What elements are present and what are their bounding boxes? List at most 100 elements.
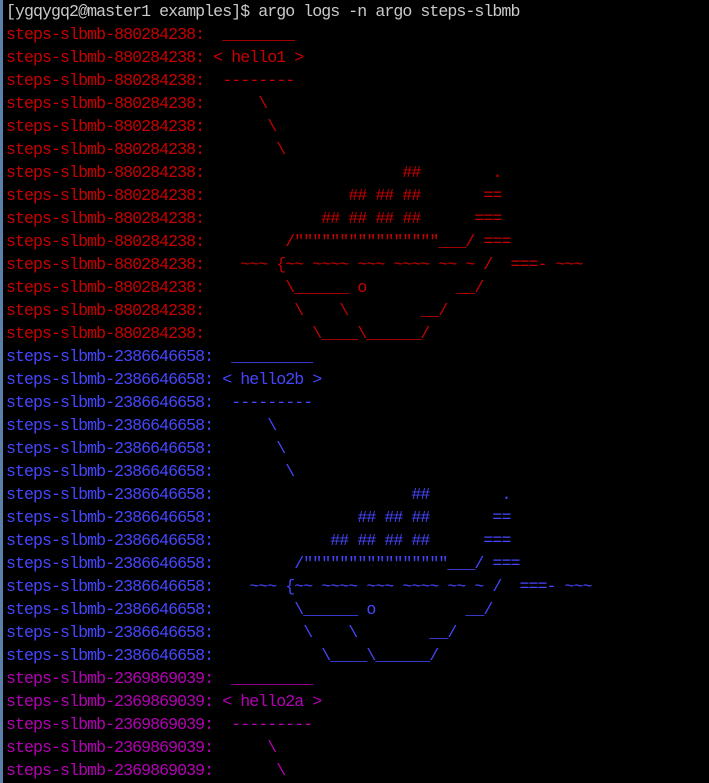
log-line: steps-slbmb-2369869039: \: [6, 736, 709, 759]
log-line-prefix: steps-slbmb-880284238:: [6, 140, 205, 159]
log-line: steps-slbmb-2386646658: ---------: [6, 391, 709, 414]
log-line-text: ---------: [213, 393, 313, 412]
log-line-text: < hello1 >: [204, 48, 304, 67]
log-line-text: \______ o __/: [204, 278, 484, 297]
log-line: steps-slbmb-2386646658: ## ## ## ## ===: [6, 529, 709, 552]
log-line-text: \: [213, 738, 277, 757]
log-line-text: ## ## ## ==: [213, 508, 511, 527]
log-line-text: ## ## ## ## ===: [204, 209, 502, 228]
log-line-prefix: steps-slbmb-880284238:: [6, 301, 205, 320]
log-line-prefix: steps-slbmb-2369869039:: [6, 669, 214, 688]
log-line-prefix: steps-slbmb-2369869039:: [6, 761, 214, 780]
log-line-prefix: steps-slbmb-2386646658:: [6, 393, 214, 412]
log-line-text: \: [204, 140, 286, 159]
log-line-text: /""""""""""""""""___/ ===: [213, 554, 520, 573]
log-line-text: ---------: [213, 715, 313, 734]
log-line-text: --------: [204, 71, 295, 90]
log-line: steps-slbmb-880284238: /""""""""""""""""…: [6, 230, 709, 253]
log-line-prefix: steps-slbmb-880284238:: [6, 48, 205, 67]
log-line-text: ________: [204, 25, 295, 44]
log-line-prefix: steps-slbmb-880284238:: [6, 71, 205, 90]
log-line-prefix: steps-slbmb-2369869039:: [6, 738, 214, 757]
log-line-text: \ \ __/: [204, 301, 448, 320]
log-line-text: \: [213, 416, 277, 435]
log-line-prefix: steps-slbmb-2386646658:: [6, 370, 214, 389]
log-line-text: \____\______/: [213, 646, 439, 665]
log-line: steps-slbmb-2386646658: \______ o __/: [6, 598, 709, 621]
log-line: steps-slbmb-2369869039: _________: [6, 667, 709, 690]
log-line-text: \: [204, 94, 268, 113]
log-line-prefix: steps-slbmb-880284238:: [6, 209, 205, 228]
log-line-text: < hello2b >: [213, 370, 322, 389]
terminal-window[interactable]: [ygqygq2@master1 examples]$ argo logs -n…: [0, 0, 709, 783]
log-line-prefix: steps-slbmb-880284238:: [6, 255, 205, 274]
log-line: steps-slbmb-880284238: \ \ __/: [6, 299, 709, 322]
log-line-prefix: steps-slbmb-2386646658:: [6, 554, 214, 573]
log-line: steps-slbmb-2386646658: ## ## ## ==: [6, 506, 709, 529]
log-line-text: < hello2a >: [213, 692, 322, 711]
log-line-text: ## .: [204, 163, 502, 182]
log-line: steps-slbmb-880284238: \: [6, 115, 709, 138]
log-line-text: \ \ __/: [213, 623, 457, 642]
log-line-prefix: steps-slbmb-880284238:: [6, 324, 205, 343]
log-line: steps-slbmb-2386646658: \: [6, 437, 709, 460]
log-line-text: \______ o __/: [213, 600, 493, 619]
log-line: steps-slbmb-880284238: ________: [6, 23, 709, 46]
log-line-prefix: steps-slbmb-2369869039:: [6, 715, 214, 734]
log-line-prefix: steps-slbmb-2386646658:: [6, 485, 214, 504]
log-line: steps-slbmb-2386646658: < hello2b >: [6, 368, 709, 391]
log-line-prefix: steps-slbmb-2386646658:: [6, 508, 214, 527]
log-line: steps-slbmb-880284238: \____\______/: [6, 322, 709, 345]
log-line-prefix: steps-slbmb-2386646658:: [6, 646, 214, 665]
log-line-text: \: [204, 117, 277, 136]
log-line-text: ~~~ {~~ ~~~~ ~~~ ~~~~ ~~ ~ / ===- ~~~: [204, 255, 583, 274]
log-line: steps-slbmb-2386646658: _________: [6, 345, 709, 368]
log-line: steps-slbmb-2386646658: ## .: [6, 483, 709, 506]
log-line: steps-slbmb-880284238: ## ## ## ## ===: [6, 207, 709, 230]
log-line-prefix: steps-slbmb-880284238:: [6, 278, 205, 297]
log-line: steps-slbmb-2369869039: < hello2a >: [6, 690, 709, 713]
log-line: steps-slbmb-880284238: ## ## ## ==: [6, 184, 709, 207]
log-line-prefix: steps-slbmb-2386646658:: [6, 577, 214, 596]
log-line: steps-slbmb-2369869039: ---------: [6, 713, 709, 736]
log-line-text: ## .: [213, 485, 511, 504]
log-line: steps-slbmb-880284238: \______ o __/: [6, 276, 709, 299]
log-line-text: \____\______/: [204, 324, 430, 343]
log-output: steps-slbmb-880284238: ________ steps-slb…: [6, 23, 709, 782]
log-line-prefix: steps-slbmb-2386646658:: [6, 623, 214, 642]
log-line-prefix: steps-slbmb-880284238:: [6, 186, 205, 205]
command-prompt-line: [ygqygq2@master1 examples]$ argo logs -n…: [6, 2, 520, 21]
log-line-text: \: [213, 761, 286, 780]
log-line-text: ## ## ## ## ===: [213, 531, 511, 550]
log-line-prefix: steps-slbmb-2386646658:: [6, 347, 214, 366]
log-line: steps-slbmb-880284238: < hello1 >: [6, 46, 709, 69]
log-line-prefix: steps-slbmb-880284238:: [6, 232, 205, 251]
log-line-prefix: steps-slbmb-880284238:: [6, 117, 205, 136]
log-line-text: _________: [213, 347, 313, 366]
log-line-text: ~~~ {~~ ~~~~ ~~~ ~~~~ ~~ ~ / ===- ~~~: [213, 577, 592, 596]
log-line: steps-slbmb-2386646658: \____\______/: [6, 644, 709, 667]
log-line: steps-slbmb-2386646658: /"""""""""""""""…: [6, 552, 709, 575]
log-line-prefix: steps-slbmb-2386646658:: [6, 531, 214, 550]
log-line-text: ## ## ## ==: [204, 186, 502, 205]
log-line: steps-slbmb-880284238: \: [6, 138, 709, 161]
log-line: steps-slbmb-880284238: ## .: [6, 161, 709, 184]
log-line-prefix: steps-slbmb-2386646658:: [6, 439, 214, 458]
log-line: steps-slbmb-880284238: --------: [6, 69, 709, 92]
log-line-prefix: steps-slbmb-880284238:: [6, 25, 205, 44]
log-line-text: \: [213, 439, 286, 458]
log-line: steps-slbmb-2386646658: \ \ __/: [6, 621, 709, 644]
log-line-prefix: steps-slbmb-2386646658:: [6, 462, 214, 481]
log-line-prefix: steps-slbmb-2369869039:: [6, 692, 214, 711]
log-line-prefix: steps-slbmb-2386646658:: [6, 600, 214, 619]
log-line-prefix: steps-slbmb-880284238:: [6, 94, 205, 113]
window-left-border: [0, 0, 3, 783]
log-line-prefix: steps-slbmb-880284238:: [6, 163, 205, 182]
log-line-text: _________: [213, 669, 313, 688]
log-line: steps-slbmb-880284238: ~~~ {~~ ~~~~ ~~~ …: [6, 253, 709, 276]
log-line-prefix: steps-slbmb-2386646658:: [6, 416, 214, 435]
log-line: steps-slbmb-880284238: \: [6, 92, 709, 115]
log-line: steps-slbmb-2369869039: \: [6, 759, 709, 782]
log-line-text: \: [213, 462, 295, 481]
log-line: steps-slbmb-2386646658: ~~~ {~~ ~~~~ ~~~…: [6, 575, 709, 598]
